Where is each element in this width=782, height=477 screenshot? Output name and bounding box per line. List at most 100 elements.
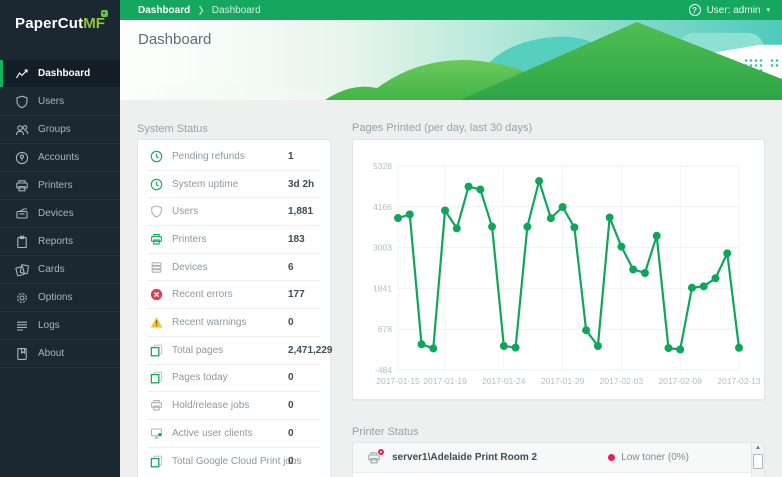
banner-illustration — [120, 20, 782, 100]
chevron-down-icon: ▾ — [766, 6, 770, 14]
help-icon[interactable]: ? — [689, 4, 701, 16]
y-tick-label: 678 — [378, 324, 392, 334]
user-menu[interactable]: ? User: admin ▾ — [689, 4, 770, 16]
logo-mark-icon — [101, 10, 108, 17]
x-tick-label: 2017-01-19 — [423, 376, 467, 386]
printer-icon — [15, 179, 29, 193]
dashboard-banner: Dashboard — [120, 20, 782, 100]
chart-point — [664, 344, 672, 352]
printer-list-scrollbar[interactable]: ▲ — [751, 443, 764, 477]
sidebar-item-options[interactable]: Options — [0, 284, 120, 312]
y-tick-label: 3003 — [373, 243, 392, 253]
pages-icon — [150, 344, 163, 357]
lock-circle-icon — [15, 151, 29, 165]
chart-point — [676, 346, 684, 354]
status-row-active-user-clients: Active user clients 0 — [148, 420, 320, 448]
y-tick-label: 1841 — [373, 283, 392, 293]
chart-point — [547, 214, 555, 222]
copier-icon — [15, 207, 29, 221]
sidebar-item-label: Dashboard — [38, 68, 90, 79]
chart-point — [570, 223, 578, 231]
sidebar-item-label: Reports — [38, 236, 73, 247]
x-tick-label: 2017-01-29 — [541, 376, 585, 386]
printer-icon — [150, 399, 163, 412]
status-row-pending-refunds: Pending refunds 1 — [148, 143, 320, 171]
top-breadcrumb-bar: Dashboard ❯ Dashboard ? User: admin ▾ — [120, 0, 782, 20]
main-area: Dashboard ❯ Dashboard ? User: admin ▾ — [120, 0, 782, 477]
pages-icon — [150, 371, 163, 384]
system-status-card: Pending refunds 1 System uptime 3d 2h Us… — [137, 139, 331, 477]
alert-badge — [377, 448, 385, 456]
sidebar-item-about[interactable]: About — [0, 340, 120, 368]
warning-triangle-icon — [150, 316, 163, 329]
chart-point — [476, 185, 484, 193]
line-chart-icon — [15, 67, 29, 81]
clock-icon — [150, 150, 163, 163]
sidebar-item-devices[interactable]: Devices — [0, 200, 120, 228]
bookmark-icon — [15, 347, 29, 361]
chart-point — [582, 326, 590, 334]
status-row-google-cloud-print-jobs: Total Google Cloud Print jobs 0 — [148, 448, 320, 476]
status-row-recent-warnings: Recent warnings 0 — [148, 309, 320, 337]
low-toner-dot-icon — [608, 454, 615, 461]
printer-status-heading: Printer Status — [352, 426, 419, 438]
chart-point — [406, 210, 414, 218]
status-row-recent-errors: Recent errors 177 — [148, 281, 320, 309]
clipboard-icon — [15, 235, 29, 249]
scroll-up-arrow-icon[interactable]: ▲ — [752, 445, 764, 451]
sidebar-item-cards[interactable]: Cards — [0, 256, 120, 284]
sidebar-item-label: Cards — [38, 264, 65, 275]
shield-icon — [150, 205, 163, 218]
shield-icon — [15, 95, 29, 109]
pages-printed-line-chart: 5328416630031841678-4842017-01-152017-01… — [353, 140, 764, 399]
chart-point — [629, 265, 637, 273]
x-tick-label: 2017-02-03 — [600, 376, 644, 386]
status-row-hold-release-jobs: Hold/release jobs 0 — [148, 392, 320, 420]
list-lines-icon — [15, 319, 29, 333]
scrollbar-thumb[interactable] — [753, 454, 763, 469]
stack-icon — [150, 261, 163, 274]
chart-point — [453, 224, 461, 232]
sidebar-item-reports[interactable]: Reports — [0, 228, 120, 256]
papercut-dashboard-window: PaperCutMF Dashboard Users Groups Accoun… — [0, 0, 782, 477]
chart-point — [594, 342, 602, 350]
status-row-printers: Printers 183 — [148, 226, 320, 254]
chart-point — [418, 340, 426, 348]
chart-point — [735, 344, 743, 352]
chart-point — [617, 243, 625, 251]
chart-point — [559, 203, 567, 211]
printer-name: server1\Adelaide Print Room 2 — [392, 452, 537, 463]
chart-point — [441, 207, 449, 215]
chart-point — [394, 214, 402, 222]
status-row-system-uptime: System uptime 3d 2h — [148, 171, 320, 199]
chart-point — [711, 274, 719, 282]
chart-point — [488, 223, 496, 231]
printer-row[interactable]: server1\Adelaide Print Room 2 Low toner … — [353, 443, 751, 473]
printer-icon — [150, 233, 163, 246]
sidebar-item-accounts[interactable]: Accounts — [0, 144, 120, 172]
sidebar-item-label: About — [38, 348, 64, 359]
user-label: User: admin — [707, 5, 761, 16]
chart-point — [641, 269, 649, 277]
logo-brand-text: PaperCut — [15, 15, 83, 32]
sidebar-item-label: Accounts — [38, 152, 79, 163]
error-circle-icon — [150, 288, 163, 301]
breadcrumb-root[interactable]: Dashboard — [138, 5, 190, 16]
status-row-total-pages: Total pages 2,471,229 — [148, 337, 320, 365]
status-row-users: Users 1,881 — [148, 198, 320, 226]
chart-point — [500, 342, 508, 350]
pages-icon — [150, 455, 163, 468]
sidebar-item-label: Groups — [38, 124, 71, 135]
sidebar-item-printers[interactable]: Printers — [0, 172, 120, 200]
y-tick-label: 5328 — [373, 161, 392, 171]
sidebar-item-logs[interactable]: Logs — [0, 312, 120, 340]
pages-printed-heading: Pages Printed (per day, last 30 days) — [352, 122, 532, 134]
sidebar-item-groups[interactable]: Groups — [0, 116, 120, 144]
sidebar-item-dashboard[interactable]: Dashboard — [0, 60, 120, 88]
sidebar-item-label: Printers — [38, 180, 72, 191]
chart-point — [688, 284, 696, 292]
chart-point — [700, 282, 708, 290]
breadcrumb-chevron-icon: ❯ — [197, 5, 205, 16]
chart-point — [429, 344, 437, 352]
sidebar-item-users[interactable]: Users — [0, 88, 120, 116]
